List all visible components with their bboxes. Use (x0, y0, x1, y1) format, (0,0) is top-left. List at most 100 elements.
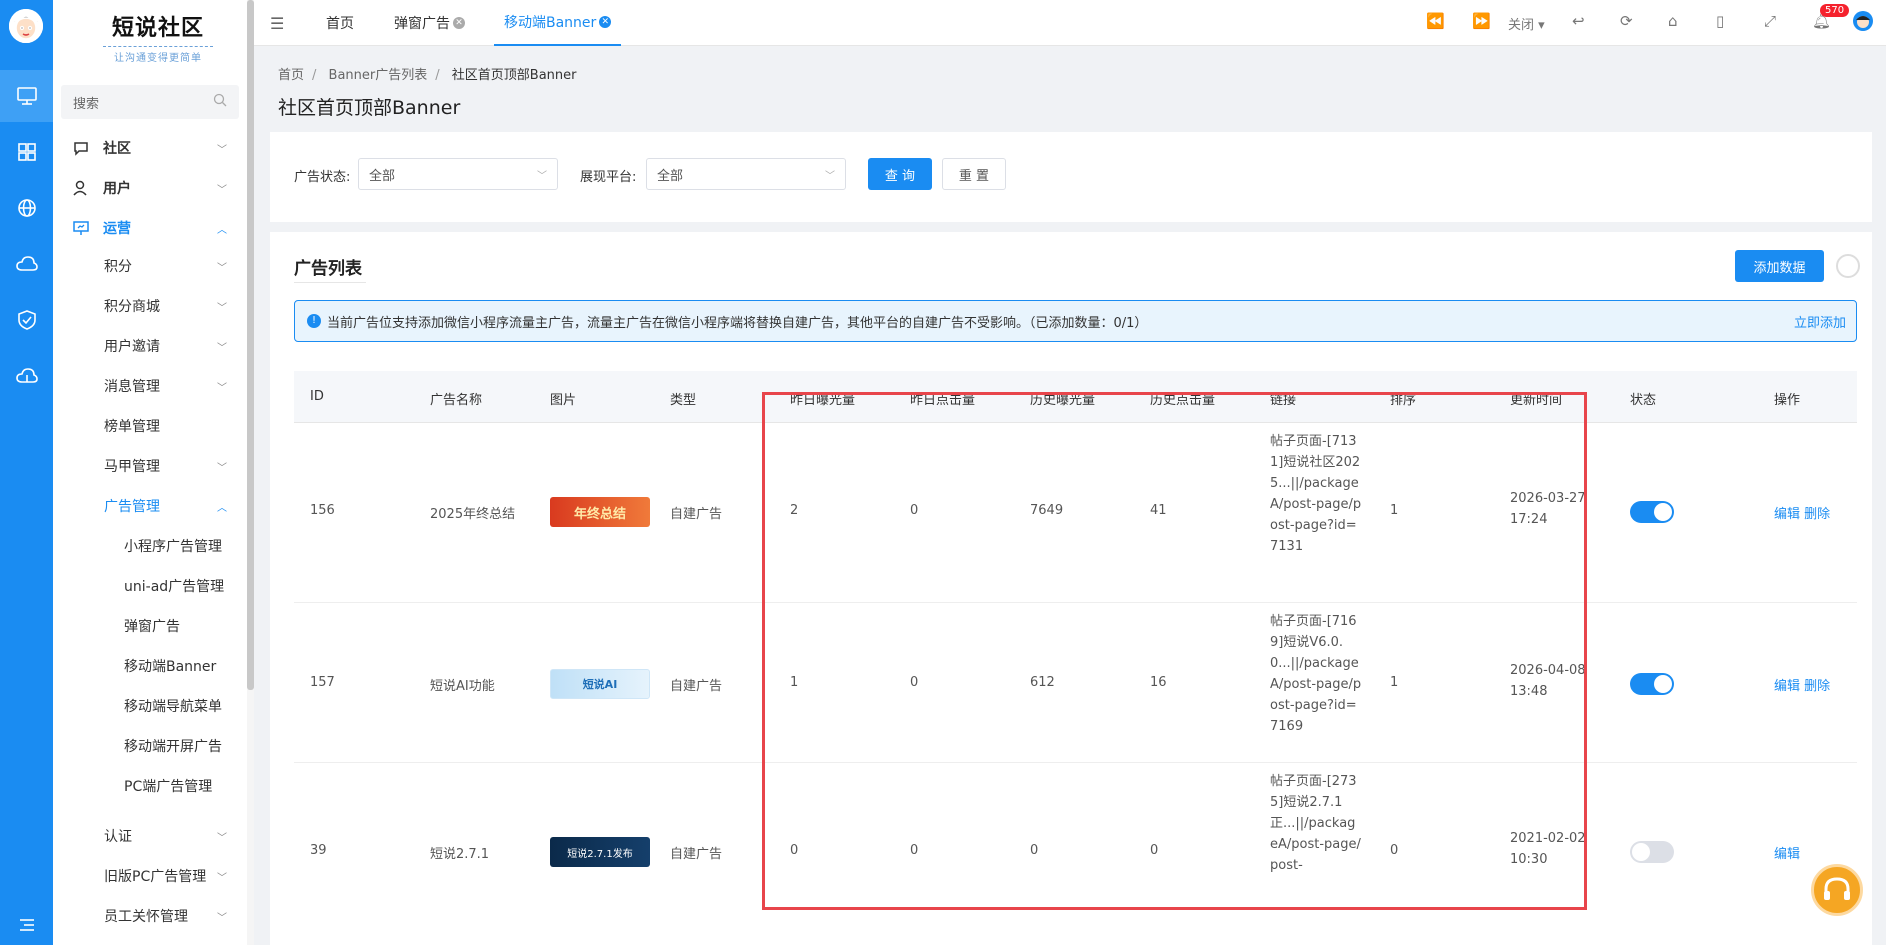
sidebar-item-label: PC端广告管理 (124, 779, 213, 795)
edit-link[interactable]: 编辑 (1774, 507, 1800, 522)
platform-select[interactable]: 全部 ﹀ (646, 158, 846, 190)
monitor-icon[interactable] (0, 70, 53, 122)
status-toggle[interactable] (1630, 673, 1674, 695)
search-input[interactable]: 搜索 (61, 85, 239, 119)
prev-tab-icon[interactable]: ⏪ (1426, 12, 1445, 30)
sidebar-item-label: 广告管理 (104, 499, 160, 515)
sidebar-item-points[interactable]: 积分 ﹀ (53, 248, 247, 284)
sidebar-item-mobile-banner[interactable]: 移动端Banner (53, 648, 247, 684)
sidebar-item-rankings[interactable]: 榜单管理 (53, 408, 247, 444)
sidebar-item-mobile-nav[interactable]: 移动端导航菜单 (53, 688, 247, 724)
sidebar-item-uniad[interactable]: uni-ad广告管理 (53, 568, 247, 604)
cell-id: 39 (310, 843, 327, 858)
banner-thumbnail[interactable]: 短说AI (550, 669, 650, 699)
collapse-icon[interactable]: ☰ (270, 14, 284, 33)
notification-badge: 570 (1820, 4, 1850, 17)
delete-link[interactable]: 删除 (1804, 507, 1830, 522)
tab-home[interactable]: 首页 (326, 0, 354, 46)
shield-icon[interactable] (0, 294, 53, 346)
logo-title: 短说社区 (111, 16, 204, 41)
fullscreen-icon[interactable]: ⤢ (1764, 12, 1776, 30)
chevron-down-icon: ﹀ (217, 912, 227, 924)
chevron-down-icon: ﹀ (217, 184, 227, 196)
close-icon[interactable]: ✕ (599, 16, 612, 28)
status-toggle[interactable] (1630, 841, 1674, 863)
add-data-button[interactable]: 添加数据 (1735, 250, 1824, 282)
chevron-down-icon: ﹀ (537, 170, 547, 182)
page-title: 社区首页顶部Banner (278, 97, 461, 119)
sidebar-item-community[interactable]: 社区 ﹀ (53, 130, 247, 166)
chevron-down-icon: ﹀ (217, 872, 227, 884)
sidebar-item-legacy-pc-ads[interactable]: 旧版PC广告管理 ﹀ (53, 858, 247, 894)
reset-button[interactable]: 重 置 (942, 158, 1006, 190)
sidebar-item-ads[interactable]: 广告管理 ︿ (53, 488, 247, 524)
sidebar-item-popup-ads[interactable]: 弹窗广告 (53, 608, 247, 644)
sidebar-item-label: 用户 (103, 181, 131, 197)
toggle-knob (1632, 843, 1650, 861)
globe-icon[interactable] (0, 182, 53, 234)
tab-label: 首页 (326, 16, 354, 32)
cell-name: 短说AI功能 (430, 679, 495, 694)
sidebar-item-messages[interactable]: 消息管理 ﹀ (53, 368, 247, 404)
sidebar-item-verify[interactable]: 认证 ﹀ (53, 818, 247, 854)
logo-subtitle: 让沟通变得更简单 (103, 46, 213, 64)
chevron-down-icon: ﹀ (217, 262, 227, 274)
sidebar-item-points-mall[interactable]: 积分商城 ﹀ (53, 288, 247, 324)
info-alert: ! 当前广告位支持添加微信小程序流量主广告，流量主广告在微信小程序端将替换自建广… (294, 300, 1857, 342)
sidebar-item-operations[interactable]: 运营 ︿ (53, 210, 247, 246)
chat-icon (74, 142, 88, 156)
edit-link[interactable]: 编辑 (1774, 679, 1800, 694)
close-menu-dropdown[interactable]: 关闭 ▾ (1508, 14, 1545, 33)
mobile-icon[interactable]: ▯ (1716, 12, 1724, 30)
menu-fold-icon[interactable] (0, 905, 53, 945)
row-actions: 编辑 删除 (1774, 503, 1830, 522)
status-select[interactable]: 全部 ﹀ (358, 158, 558, 190)
tab-popup-ads[interactable]: 弹窗广告 ✕ (394, 0, 465, 46)
close-icon[interactable]: ✕ (453, 17, 465, 29)
status-toggle[interactable] (1630, 501, 1674, 523)
breadcrumb-list[interactable]: Banner广告列表 (329, 68, 428, 83)
tab-mobile-banner[interactable]: 移动端Banner ✕ (494, 0, 622, 46)
sidebar-item-splash-ads[interactable]: 移动端开屏广告 (53, 728, 247, 764)
sidebar-item-invite[interactable]: 用户邀请 ﹀ (53, 328, 247, 364)
grid-icon[interactable] (0, 126, 53, 178)
avatar[interactable] (9, 9, 43, 43)
thumbnail-text: 短说AI (582, 678, 618, 691)
sidebar-scrollbar[interactable] (247, 0, 254, 945)
sidebar-item-pc-ads[interactable]: PC端广告管理 (53, 768, 247, 804)
sidebar-item-miniprogram-ads[interactable]: 小程序广告管理 (53, 528, 247, 564)
tab-label: 弹窗广告 (394, 16, 450, 32)
scrollbar-thumb[interactable] (247, 0, 254, 690)
user-avatar-icon[interactable] (1852, 10, 1874, 36)
chevron-down-icon: ﹀ (217, 462, 227, 474)
refresh-icon[interactable]: ⟳ (1620, 12, 1633, 30)
query-button[interactable]: 查 询 (868, 158, 932, 190)
sidebar-item-staff-care[interactable]: 员工关怀管理 ﹀ (53, 898, 247, 934)
breadcrumb-home[interactable]: 首页 (278, 68, 304, 83)
sidebar-item-label: 消息管理 (104, 379, 160, 395)
col-id: ID (310, 389, 324, 404)
cloud-upload-icon[interactable] (0, 350, 53, 402)
toggle-knob (1654, 675, 1672, 693)
thumbnail-text: 年终总结 (573, 506, 626, 522)
add-now-link[interactable]: 立即添加 (1794, 312, 1846, 331)
edit-link[interactable]: 编辑 (1774, 847, 1800, 862)
undo-icon[interactable]: ↩ (1572, 12, 1585, 30)
tab-label: 移动端Banner (504, 15, 597, 31)
banner-thumbnail[interactable]: 年终总结 (550, 497, 650, 527)
delete-link[interactable]: 删除 (1804, 679, 1830, 694)
breadcrumb-separator: / (312, 68, 317, 83)
chevron-down-icon: ﹀ (217, 302, 227, 314)
cloud-icon[interactable] (0, 238, 53, 290)
clear-icon[interactable]: ⌂ (1668, 12, 1678, 30)
sidebar-item-users[interactable]: 用户 ﹀ (53, 170, 247, 206)
sidebar-item-label: uni-ad广告管理 (124, 579, 225, 595)
next-tab-icon[interactable]: ⏩ (1472, 12, 1491, 30)
chevron-down-icon: ﹀ (217, 382, 227, 394)
reload-icon[interactable] (1836, 254, 1860, 278)
customer-service-icon[interactable] (1811, 864, 1863, 916)
sidebar-item-vest[interactable]: 马甲管理 ﹀ (53, 448, 247, 484)
sidebar-item-label: 小程序广告管理 (124, 539, 222, 555)
close-menu-label: 关闭 (1508, 18, 1535, 33)
banner-thumbnail[interactable]: 短说2.7.1发布 (550, 837, 650, 867)
